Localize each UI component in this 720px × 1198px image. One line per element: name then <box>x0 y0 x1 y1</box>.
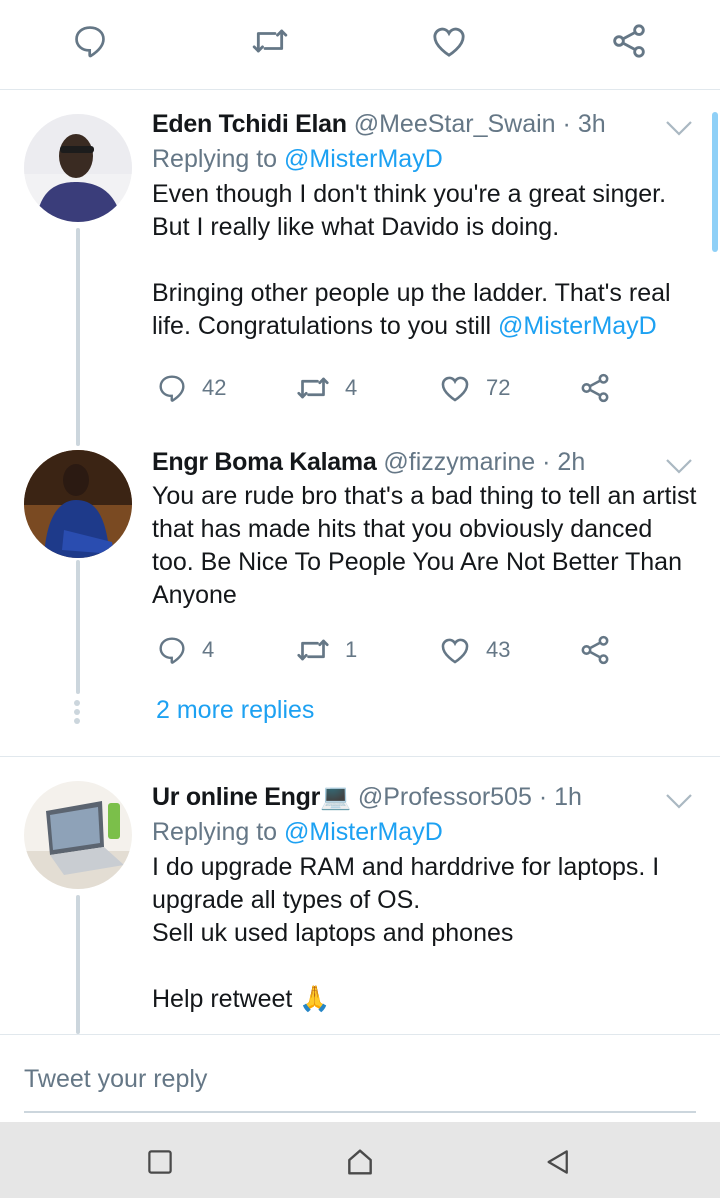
replying-to: Replying to @MisterMayD <box>152 815 702 849</box>
tweet-text-line: Bringing other people up the ladder. Tha… <box>152 279 671 307</box>
share-action[interactable] <box>578 368 612 408</box>
tweet-text-segment: life. Congratulations to you still <box>152 312 499 340</box>
tweet-text-line: I do upgrade RAM and harddrive for lapto… <box>152 853 660 881</box>
tweet-content: Ur online Engr💻 @Professor505 · 1h Reply… <box>152 781 702 1016</box>
share-icon[interactable] <box>604 16 654 66</box>
like-icon <box>441 376 469 402</box>
reply-icon <box>159 637 185 664</box>
thread-line <box>76 560 80 694</box>
like-action[interactable]: 72 <box>438 368 510 408</box>
tweet-text-line <box>152 950 702 983</box>
reply-icon[interactable] <box>65 16 115 66</box>
tweet-header: Eden Tchidi Elan @MeeStar_Swain · 3h <box>152 108 702 140</box>
tweet-text-line <box>152 244 702 277</box>
tweet-text-line: Anyone <box>152 581 237 609</box>
home-icon[interactable] <box>342 1144 378 1180</box>
reply-count: 4 <box>202 637 215 662</box>
thread-line <box>76 228 80 446</box>
tweet-text-line: But I really like what Davido is doing. <box>152 213 560 241</box>
chevron-down-icon[interactable] <box>664 118 694 138</box>
retweet-count: 4 <box>345 375 358 400</box>
thread-dots <box>74 700 82 727</box>
author-name[interactable]: Eden Tchidi Elan <box>152 110 347 138</box>
retweet-action[interactable]: 4 <box>295 368 357 408</box>
share-icon <box>581 373 609 403</box>
separator-dot: · <box>562 110 571 138</box>
separator-dot: · <box>542 448 551 476</box>
reply-action[interactable]: 42 <box>156 368 226 408</box>
retweet-count: 1 <box>345 637 358 662</box>
retweet-action[interactable]: 1 <box>295 630 357 670</box>
author-name[interactable]: Ur online Engr💻 <box>152 783 351 811</box>
tweet-actions: 4 1 43 <box>152 630 622 670</box>
like-icon <box>441 638 469 664</box>
tweet-text: I do upgrade RAM and harddrive for lapto… <box>152 851 702 1016</box>
reply-input-underline <box>24 1111 696 1113</box>
tweet-content: Eden Tchidi Elan @MeeStar_Swain · 3h Rep… <box>152 108 702 343</box>
author-name[interactable]: Engr Boma Kalama <box>152 448 377 476</box>
author-handle[interactable]: @Professor505 <box>358 783 532 811</box>
replying-to-mention[interactable]: @MisterMayD <box>284 145 443 173</box>
tweet-text-line: upgrade all types of OS. <box>152 886 421 914</box>
tweet-header: Ur online Engr💻 @Professor505 · 1h <box>152 781 702 813</box>
avatar[interactable] <box>24 114 132 222</box>
like-count: 43 <box>486 637 511 662</box>
reply-count: 42 <box>202 375 227 400</box>
tweet-content: Engr Boma Kalama @fizzymarine · 2h You a… <box>152 446 702 612</box>
share-action[interactable] <box>578 630 612 670</box>
reply-action[interactable]: 4 <box>156 630 214 670</box>
tweet-text-line: that has made hits that you obviously da… <box>152 515 653 543</box>
avatar[interactable] <box>24 781 132 889</box>
tweet-text-line: too. Be Nice To People You Are Not Bette… <box>152 548 682 576</box>
system-nav-bar <box>0 1122 720 1198</box>
avatar[interactable] <box>24 450 132 558</box>
back-triangle-icon[interactable] <box>540 1144 576 1180</box>
tweet-text-line: Help retweet 🙏 <box>152 985 331 1013</box>
retweet-icon <box>297 639 329 661</box>
replying-to: Replying to @MisterMayD <box>152 142 702 176</box>
reply-composer: Tweet your reply <box>0 1034 720 1122</box>
share-icon <box>581 635 609 665</box>
author-handle[interactable]: @MeeStar_Swain <box>354 110 556 138</box>
timestamp: 2h <box>557 448 586 476</box>
thread-line <box>76 895 80 1034</box>
replying-to-mention[interactable]: @MisterMayD <box>284 818 443 846</box>
replying-to-label: Replying to <box>152 818 278 846</box>
mention-link[interactable]: @MisterMayD <box>498 312 657 340</box>
separator-dot: · <box>538 783 548 811</box>
timestamp: 1h <box>554 783 582 811</box>
tweet-text-line: You are rude bro that's a bad thing to t… <box>152 482 697 510</box>
scrollbar[interactable] <box>712 112 718 252</box>
timestamp: 3h <box>577 110 606 138</box>
tweet-text: You are rude bro that's a bad thing to t… <box>152 480 702 612</box>
tweet-header: Engr Boma Kalama @fizzymarine · 2h <box>152 446 702 478</box>
top-action-bar <box>0 0 720 90</box>
like-action[interactable]: 43 <box>438 630 510 670</box>
tweet-text-line: Sell uk used laptops and phones <box>152 919 514 947</box>
tweet-text-line: Even though I don't think you're a great… <box>152 180 667 208</box>
tweet-text-line: life. Congratulations to you still @Mist… <box>152 310 702 343</box>
replying-to-label: Replying to <box>152 145 278 173</box>
reply-icon <box>159 375 185 402</box>
reply-input[interactable]: Tweet your reply <box>24 1065 207 1094</box>
divider <box>0 756 720 757</box>
author-handle[interactable]: @fizzymarine <box>383 448 535 476</box>
retweet-icon <box>297 377 329 399</box>
recents-square-icon[interactable] <box>142 1144 178 1180</box>
retweet-icon[interactable] <box>245 16 295 66</box>
chevron-down-icon[interactable] <box>664 456 694 476</box>
more-replies-link[interactable]: 2 more replies <box>156 696 314 725</box>
tweet-actions: 42 4 72 <box>152 368 622 408</box>
like-icon[interactable] <box>424 16 474 66</box>
like-count: 72 <box>486 375 511 400</box>
tweet-text: Even though I don't think you're a great… <box>152 178 702 343</box>
chevron-down-icon[interactable] <box>664 791 694 811</box>
